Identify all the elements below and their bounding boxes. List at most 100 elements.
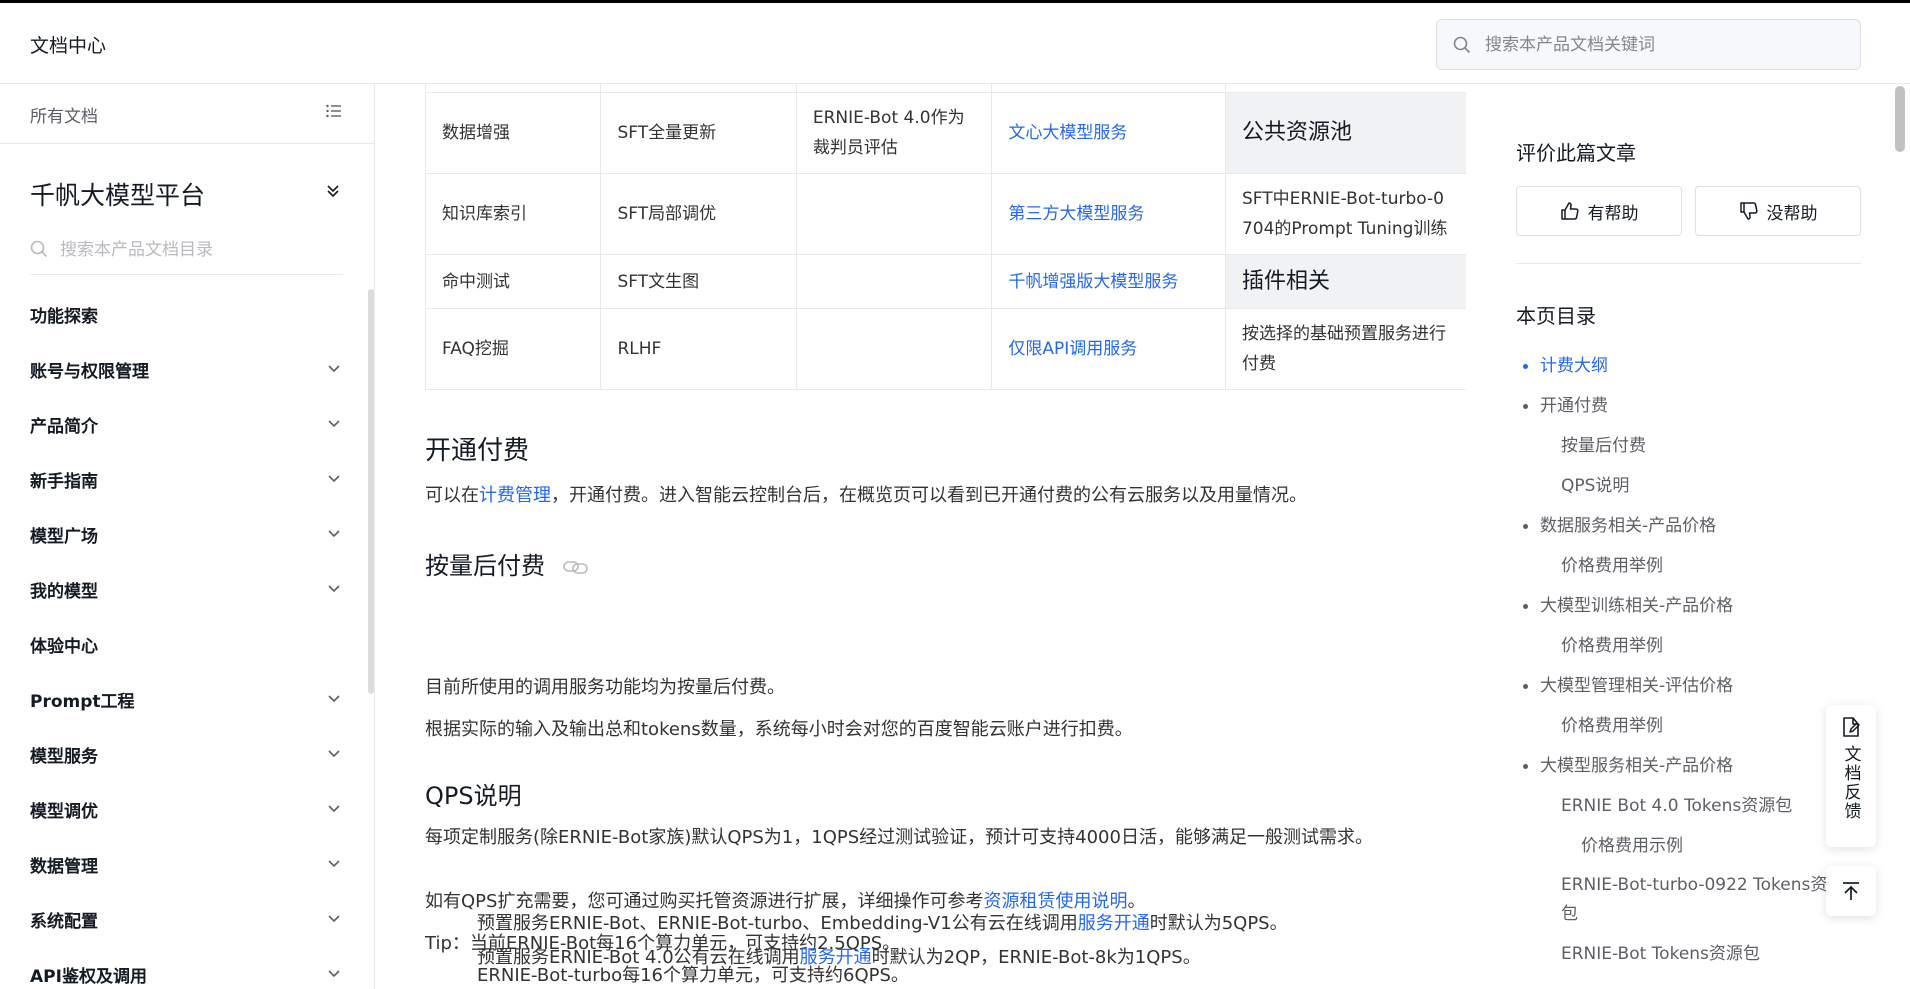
table-cell: SFT中ERNIE-Bot-turbo-0704的Prompt Tuning训练: [1224, 173, 1466, 255]
sidebar-scrollbar[interactable]: [368, 289, 374, 694]
top-bar: 文档中心: [0, 0, 1910, 84]
sidebar-item[interactable]: 体验中心: [0, 617, 370, 672]
sidebar-item[interactable]: 模型服务: [0, 727, 370, 782]
toc-item[interactable]: 按量后付费: [1516, 426, 1861, 466]
sidebar-item-label: 数据管理: [30, 857, 98, 877]
qps-paragraph-1: 每项定制服务(除ERNIE-Bot家族)默认QPS为1，1QPS经过测试验证，预…: [425, 827, 1373, 848]
sidebar-item[interactable]: Prompt工程: [0, 672, 370, 727]
chevron-down-icon[interactable]: [327, 967, 341, 981]
chevron-down-icon[interactable]: [327, 747, 341, 761]
chevron-down-icon[interactable]: [327, 527, 341, 541]
chevron-down-icon[interactable]: [327, 802, 341, 816]
doc-search-box[interactable]: [1436, 19, 1861, 70]
toc-item[interactable]: 大模型服务相关-产品价格: [1516, 746, 1861, 786]
sidebar-item[interactable]: 模型调优: [0, 782, 370, 837]
back-to-top-button[interactable]: [1826, 866, 1876, 916]
text: 预置服务ERNIE-Bot、ERNIE-Bot-turbo、Embedding-…: [477, 913, 1078, 934]
directory-search-input[interactable]: [60, 238, 340, 262]
not-helpful-button[interactable]: 没帮助: [1695, 186, 1861, 236]
service-activation-link[interactable]: 服务开通: [1078, 913, 1150, 934]
text: 可以在: [425, 485, 479, 506]
toc-item[interactable]: 开通付费: [1516, 386, 1861, 426]
chevron-down-icon[interactable]: [327, 912, 341, 926]
arrow-up-icon: [1843, 882, 1859, 900]
sidebar-item-label: 模型服务: [30, 747, 98, 767]
text: ，开通付费。进入智能云控制台后，在概览页可以看到已开通付费的公有云服务以及用量情…: [551, 485, 1307, 506]
table-of-contents: 计费大纲 开通付费 按量后付费 QPS说明 数据服务相关-产品价格 价格费用举例 大模型训练…: [1516, 346, 1861, 974]
sidebar-item[interactable]: 系统配置: [0, 892, 370, 947]
api-only-service-link[interactable]: 仅限API调用服务: [1008, 339, 1137, 359]
sidebar-item[interactable]: 数据管理: [0, 837, 370, 892]
rate-article-title: 评价此篇文章: [1516, 141, 1636, 165]
doc-feedback-button[interactable]: 文档反馈: [1826, 705, 1876, 847]
chevron-down-icon[interactable]: [327, 472, 341, 486]
table-cell: SFT全量更新: [600, 92, 797, 174]
helpful-button[interactable]: 有帮助: [1516, 186, 1682, 236]
sidebar-item[interactable]: 产品简介: [0, 397, 370, 452]
toc-item[interactable]: 大模型管理相关-评估价格: [1516, 666, 1861, 706]
toc-item[interactable]: 价格费用举例: [1516, 706, 1861, 746]
chevron-down-icon[interactable]: [327, 857, 341, 871]
text: 时默认为2QP，ERNIE-Bot-8k为1QPS。: [871, 947, 1201, 968]
directory-search[interactable]: [30, 230, 343, 275]
billing-management-link[interactable]: 计费管理: [479, 485, 551, 506]
sidebar-item[interactable]: 账号与权限管理: [0, 342, 370, 397]
sidebar-item[interactable]: 模型广场: [0, 507, 370, 562]
toc-item[interactable]: 数据服务相关-产品价格: [1516, 506, 1861, 546]
chevron-down-icon[interactable]: [327, 692, 341, 706]
table-cell: [795, 254, 993, 309]
qianfan-enhanced-service-link[interactable]: 千帆增强版大模型服务: [1008, 272, 1178, 292]
table-cell: 第三方大模型服务: [991, 173, 1226, 255]
toc-item[interactable]: ERNIE Bot 4.0 Tokens资源包: [1516, 786, 1861, 826]
list-icon[interactable]: [326, 104, 342, 118]
toc-item[interactable]: 计费大纲: [1516, 346, 1861, 386]
sidebar-item[interactable]: 我的模型: [0, 562, 370, 617]
doc-search-input[interactable]: [1485, 33, 1845, 57]
toc-item[interactable]: QPS说明: [1516, 466, 1861, 506]
text: 预置服务ERNIE-Bot 4.0公有云在线调用: [477, 947, 800, 968]
platform-title[interactable]: 千帆大模型平台: [30, 176, 205, 212]
table-cell: 千帆增强版大模型服务: [991, 254, 1226, 309]
not-helpful-label: 没帮助: [1766, 203, 1818, 224]
sidebar-divider: [0, 143, 374, 144]
page-scrollbar[interactable]: [1895, 86, 1905, 152]
doc-center-brand[interactable]: 文档中心: [30, 31, 106, 58]
chevron-down-icon[interactable]: [327, 582, 341, 596]
wenxin-service-link[interactable]: 文心大模型服务: [1008, 123, 1127, 143]
sidebar-nav: 功能探索账号与权限管理产品简介 新手指南模型广场我的模型体验中心 Prompt工程模…: [0, 287, 370, 989]
qps-heading: QPS说明: [425, 782, 522, 810]
sidebar-item-label: 账号与权限管理: [30, 362, 149, 382]
sidebar-item[interactable]: 新手指南: [0, 452, 370, 507]
sidebar-item-label: 模型调优: [30, 802, 98, 822]
table-cell: 命中测试: [424, 254, 602, 309]
table-cell: 文心大模型服务: [991, 92, 1226, 174]
double-chevron-down-icon[interactable]: [326, 184, 340, 198]
toc-item[interactable]: 价格费用示例: [1516, 826, 1861, 866]
toc-item[interactable]: 价格费用举例: [1516, 626, 1861, 666]
sidebar-item[interactable]: 功能探索: [0, 287, 370, 342]
table-cell: [795, 308, 993, 390]
toc-item[interactable]: 价格费用举例: [1516, 546, 1861, 586]
toc-item[interactable]: ERNIE-Bot Tokens资源包: [1516, 934, 1861, 974]
search-icon: [1453, 36, 1471, 54]
chevron-down-icon[interactable]: [327, 417, 341, 431]
toc-item[interactable]: 大模型训练相关-产品价格: [1516, 586, 1861, 626]
sidebar-item-label: 模型广场: [30, 527, 98, 547]
helpful-label: 有帮助: [1587, 203, 1639, 224]
table-cell: ERNIE-Bot 4.0作为裁判员评估: [795, 92, 993, 174]
toc-divider: [1516, 263, 1861, 264]
sidebar: 所有文档 千帆大模型平台 功能探索账号与权限管理产品简介新手指南模型广场我的模型…: [0, 84, 375, 989]
table-row: 命中测试 SFT文生图 千帆增强版大模型服务 插件相关: [424, 254, 1466, 309]
all-docs-link[interactable]: 所有文档: [30, 102, 98, 127]
chevron-down-icon[interactable]: [327, 362, 341, 376]
sidebar-item-label: 功能探索: [30, 307, 98, 327]
sidebar-item[interactable]: API鉴权及调用: [0, 947, 370, 989]
link-icon[interactable]: [562, 560, 589, 574]
postpaid-paragraph-1: 目前所使用的调用服务功能均为按量后付费。: [425, 677, 785, 698]
price-table: 数据增强 SFT全量更新 ERNIE-Bot 4.0作为裁判员评估 文心大模型服…: [424, 84, 1466, 390]
toc-item[interactable]: ERNIE-Bot-turbo-0922 Tokens资源包: [1516, 866, 1861, 934]
table-cell: SFT文生图: [600, 254, 797, 309]
third-party-service-link[interactable]: 第三方大模型服务: [1008, 204, 1144, 224]
sidebar-item-label: 我的模型: [30, 582, 98, 602]
service-activation-link[interactable]: 服务开通: [800, 947, 872, 968]
